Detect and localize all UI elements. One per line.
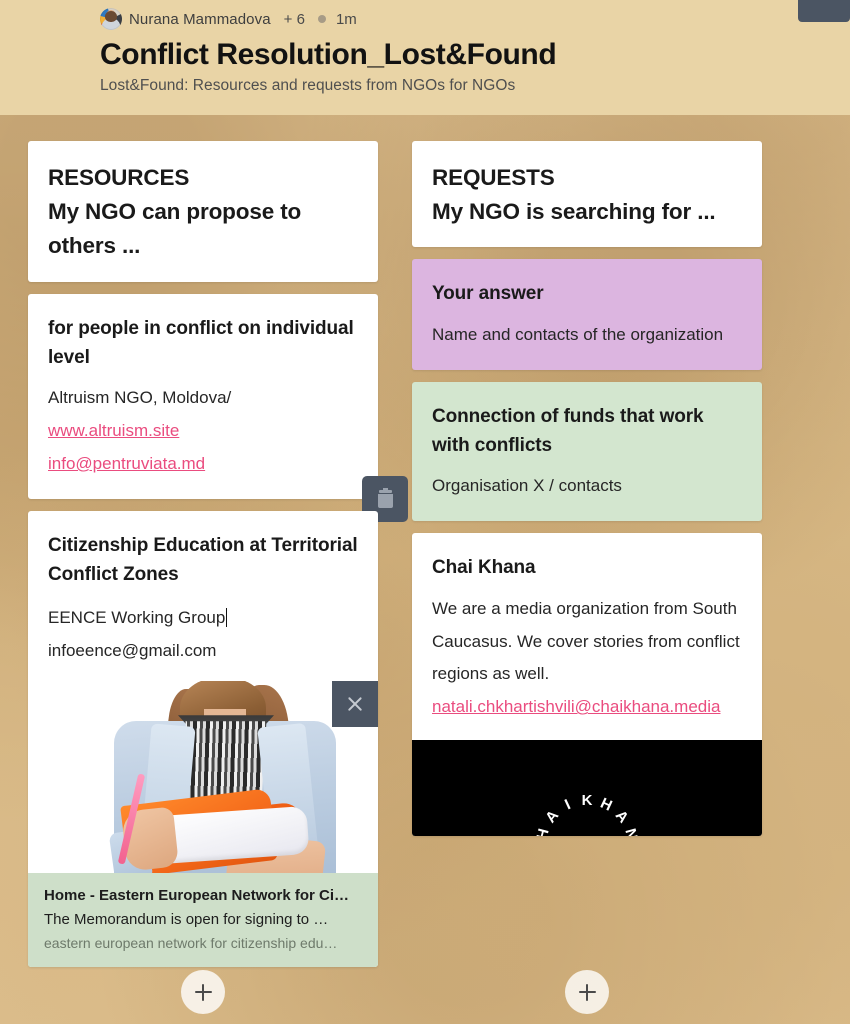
byline: Nurana Mammadova + 6 1m bbox=[100, 6, 850, 32]
board-canvas: RESOURCES My NGO can propose to others .… bbox=[0, 115, 850, 1024]
card-title: Your answer bbox=[432, 283, 544, 305]
card-link-email[interactable]: info@pentruviata.md bbox=[48, 448, 358, 481]
card-body: EENCE Working Group infoeence@gmail.com bbox=[48, 602, 358, 668]
column-header-line1: REQUESTS bbox=[432, 165, 555, 190]
link-preview-description: The Memorandum is open for signing to … bbox=[44, 910, 329, 928]
card-your-answer[interactable]: Your answer Name and contacts of the org… bbox=[412, 259, 762, 370]
add-card-button-resources[interactable] bbox=[181, 970, 225, 1014]
card-body: Name and contacts of the organization bbox=[432, 324, 724, 344]
column-header-line2: My NGO is searching for ... bbox=[432, 199, 716, 225]
chaikhana-logo: CHAIKHANA bbox=[533, 792, 641, 836]
card-link-website[interactable]: www.altruism.site bbox=[48, 415, 358, 448]
card-title: Citizenship Education at Territorial Con… bbox=[48, 534, 358, 586]
page-title: Conflict Resolution_Lost&Found bbox=[100, 38, 557, 71]
plus-icon bbox=[578, 983, 596, 1001]
column-header-line2: My NGO can propose to others ... bbox=[48, 199, 302, 259]
card-body: Organisation X / contacts bbox=[432, 476, 622, 496]
card-body-line1: EENCE Working Group bbox=[48, 607, 226, 627]
card-altruism[interactable]: for people in conflict on individual lev… bbox=[28, 293, 408, 522]
card-eence[interactable]: Citizenship Education at Territorial Con… bbox=[28, 510, 378, 968]
text-cursor bbox=[226, 607, 228, 627]
column-header-card-requests[interactable]: REQUESTS My NGO is searching for ... bbox=[412, 141, 762, 248]
board-header: Nurana Mammadova + 6 1m Conflict Resolut… bbox=[0, 0, 850, 115]
add-card-button-requests[interactable] bbox=[565, 970, 609, 1014]
separator-dot bbox=[317, 15, 326, 23]
link-preview-title: Home - Eastern European Network for Ci… bbox=[44, 887, 350, 905]
attachment-image[interactable] bbox=[28, 681, 378, 874]
card-title: for people in conflict on individual lev… bbox=[48, 317, 354, 368]
card-funds[interactable]: Connection of funds that work with confl… bbox=[412, 381, 762, 522]
remove-attachment-button[interactable] bbox=[332, 681, 378, 728]
collaborator-count[interactable]: + 6 bbox=[284, 11, 305, 28]
close-icon bbox=[346, 695, 364, 713]
card-link-email[interactable]: natali.chkhartishvili@chaikhana.media bbox=[432, 691, 742, 724]
card-title: Connection of funds that work with confl… bbox=[432, 405, 704, 457]
card-body-text: We are a media organization from South C… bbox=[432, 598, 740, 684]
column-header-card-resources[interactable]: RESOURCES My NGO can propose to others .… bbox=[28, 141, 378, 282]
avatar[interactable] bbox=[100, 8, 122, 30]
plus-icon bbox=[194, 983, 212, 1001]
column-resources: RESOURCES My NGO can propose to others .… bbox=[28, 141, 408, 1024]
card-body-text: Altruism NGO, Moldova/ bbox=[48, 388, 232, 408]
column-requests: REQUESTS My NGO is searching for ... You… bbox=[412, 141, 762, 1024]
page-subtitle: Lost&Found: Resources and requests from … bbox=[100, 76, 516, 94]
card-body-line2: infoeence@gmail.com bbox=[48, 640, 217, 660]
card-body: Altruism NGO, Moldova/ www.altruism.site… bbox=[48, 382, 358, 480]
card-media-image[interactable]: CHAIKHANA bbox=[412, 739, 762, 836]
link-preview-url: eastern european network for citizenship… bbox=[44, 934, 338, 951]
column-header-line1: RESOURCES bbox=[48, 165, 190, 190]
card-title: Chai Khana bbox=[432, 557, 536, 579]
link-preview[interactable]: Home - Eastern European Network for Ci… … bbox=[28, 873, 378, 968]
card-chai-khana[interactable]: Chai Khana We are a media organization f… bbox=[412, 533, 762, 836]
timestamp: 1m bbox=[335, 10, 357, 28]
trash-icon bbox=[377, 487, 393, 508]
card-body: We are a media organization from South C… bbox=[432, 593, 742, 724]
corner-panel-handle[interactable] bbox=[798, 0, 850, 22]
card-attachment[interactable]: Home - Eastern European Network for Ci… … bbox=[28, 681, 378, 968]
author-name: Nurana Mammadova bbox=[129, 10, 271, 28]
